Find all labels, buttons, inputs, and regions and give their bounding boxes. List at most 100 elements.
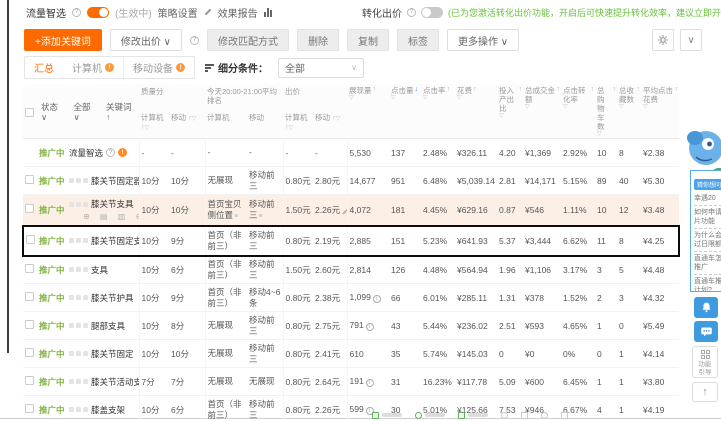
conversion-bid-toggle[interactable] — [421, 6, 443, 18]
cell-ctr: 6.01% — [421, 283, 456, 313]
row-checkbox[interactable] — [25, 348, 34, 358]
info-icon[interactable]: i — [365, 379, 374, 388]
filter-funnel-icon[interactable]: ▽ — [525, 104, 560, 111]
chat-icon[interactable] — [694, 321, 718, 342]
copy-button[interactable]: 复制 — [346, 29, 389, 51]
effect-report-link[interactable]: 效果报告 — [218, 5, 258, 20]
row-checkbox[interactable] — [25, 292, 34, 302]
row-checkbox[interactable] — [25, 320, 34, 330]
help-icon[interactable]: ? — [106, 148, 116, 158]
gear-icon[interactable] — [652, 29, 674, 51]
filter-funnel-icon[interactable]: ▽ — [423, 95, 454, 102]
quality-pc-header[interactable]: 计算机 ↑▽ — [139, 110, 170, 139]
help-icon[interactable]: ? — [407, 7, 416, 17]
column-header-总成交金额[interactable]: 总成交金额 ↑ ▽ — [523, 84, 562, 139]
column-header-总购物车数[interactable]: 总购物车数 ↑ ▽ — [595, 84, 618, 139]
filter-funnel-icon[interactable]: ▽ — [499, 113, 522, 120]
filter-funnel-icon[interactable]: ▽ — [391, 95, 420, 102]
column-header-展现量[interactable]: 展现量 ↑ ▽ — [347, 84, 390, 139]
help-icon[interactable]: ? — [189, 35, 199, 45]
delete-button[interactable]: 删除 — [296, 29, 339, 51]
quality-mobile-header[interactable]: 移动 ↑▽ — [169, 110, 206, 139]
plan-toggle[interactable] — [87, 6, 109, 18]
legend-item[interactable] — [415, 411, 445, 419]
sort-icon[interactable]: ↑ — [591, 86, 595, 104]
filter-funnel-icon[interactable]: ▽ — [563, 104, 594, 111]
cell-gmv: ¥378 — [523, 283, 562, 313]
sort-icon[interactable]: ↑ — [675, 86, 679, 104]
feature-guide-button[interactable]: 功能引导 — [692, 346, 718, 378]
keyword-label: 膝关节支具 — [91, 199, 134, 210]
edit-pencil-icon[interactable] — [204, 8, 212, 16]
status-filter[interactable]: 状态 ∨ — [41, 102, 67, 122]
sort-icon[interactable]: ↑ — [473, 86, 477, 95]
back-to-top-button[interactable]: ↑ — [692, 382, 718, 402]
add-keyword-button[interactable]: +添加关键词 — [24, 29, 102, 51]
cell-roi: 5.09 — [497, 367, 524, 397]
column-header-点击量[interactable]: 点击量 ↓ ▽ — [389, 84, 422, 139]
strategy-settings-link[interactable]: 策略设置 — [158, 5, 198, 20]
legend-item[interactable] — [372, 411, 402, 419]
sort-icon[interactable]: ↑ — [613, 86, 617, 131]
tab-汇总[interactable]: 汇总 — [25, 57, 64, 78]
row-checkbox[interactable] — [25, 404, 34, 414]
keyword-action-icons[interactable]: ⊕ ▤ ▥ ⊖ — [83, 212, 139, 221]
row-checkbox[interactable] — [25, 264, 34, 274]
sort-icon[interactable]: ↑ — [637, 86, 641, 104]
column-header-投入产出比[interactable]: 投入产出比 ↑ ▽ — [497, 84, 524, 139]
info-icon[interactable]: i — [372, 295, 381, 304]
row-checkbox[interactable] — [25, 376, 34, 386]
scope-filter[interactable]: 全部 ∨ — [74, 102, 100, 122]
filter-select[interactable]: 全部 ∨ — [278, 57, 364, 78]
status-badge: 推广中 — [39, 264, 65, 275]
table-row: 推广中 膝关节固定 10分 10分 无展现 移动前三 0.80元 2.41元 610 35 5.74… — [23, 339, 680, 369]
edit-pencil-icon[interactable] — [342, 209, 348, 215]
filter-funnel-icon[interactable]: ▽ — [597, 131, 616, 138]
sort-icon[interactable]: ↑ — [373, 86, 377, 95]
bid-pc-header[interactable]: 计算机 ↑▽ — [283, 110, 314, 139]
bid-mobile-header[interactable]: 移动 ↑▽ — [313, 110, 348, 139]
more-actions-button[interactable]: 更多操作 ∨ — [446, 29, 520, 51]
cell-rank_pc: 首页（非前三） — [204, 224, 248, 257]
tag-button[interactable]: 标签 — [396, 29, 439, 51]
column-header-平均点击花费[interactable]: 平均点击花费 ↑ ▽ — [641, 84, 680, 139]
column-header-点击转化率[interactable]: 点击转化率 ↑ ▽ — [561, 84, 596, 139]
filter-funnel-icon[interactable]: ▽ — [619, 104, 640, 111]
sort-icon[interactable]: ↑ — [447, 86, 451, 95]
faq-link[interactable]: 如何申请图片功能 — [694, 206, 721, 229]
help-icon[interactable]: ? — [72, 7, 81, 17]
filter-funnel-icon[interactable]: ▽ — [643, 104, 678, 111]
cell-spend: ¥117.78 — [455, 367, 498, 397]
sort-icon[interactable]: ↓ — [415, 86, 419, 95]
column-header-花费[interactable]: 花费 ↑ ▽ — [455, 84, 498, 139]
column-header-总收藏数[interactable]: 总收藏数 ↑ ▽ — [617, 84, 642, 139]
row-checkbox[interactable] — [26, 235, 35, 245]
filter-funnel-icon[interactable]: ▽ — [457, 95, 496, 102]
faq-link[interactable]: 幸遇20 — [694, 192, 721, 206]
faq-link[interactable]: 为什么会超过日限额 — [694, 229, 721, 252]
modify-match-button[interactable]: 修改匹配方式 — [206, 29, 289, 51]
bar-chart-icon[interactable] — [263, 7, 272, 17]
tab-移动设备[interactable]: 移动设备! — [124, 57, 194, 78]
rank-settings-icon[interactable]: ≡ — [234, 213, 238, 220]
cell-bid_mb[interactable]: 2.26元 — [313, 194, 348, 227]
keyword-sort-header[interactable]: 关键词 ↑ — [106, 102, 138, 122]
faq-link[interactable]: 直通车怎么推广 — [694, 252, 721, 275]
info-icon[interactable]: i — [365, 323, 374, 332]
row-checkbox[interactable] — [25, 204, 34, 214]
tab-计算机[interactable]: 计算机! — [63, 57, 124, 78]
select-all-checkbox[interactable] — [25, 107, 34, 117]
column-header-点击率[interactable]: 点击率 ↑ ▽ — [421, 84, 456, 139]
row-checkbox[interactable] — [25, 175, 34, 185]
sort-icon[interactable]: ↑ — [519, 86, 523, 113]
modify-bid-button[interactable]: 修改出价 ∨ — [109, 29, 182, 51]
faq-link[interactable]: 直通车推广计划? — [694, 275, 721, 291]
cell-bid_pc[interactable]: 1.50元 — [282, 194, 314, 227]
sort-icon[interactable]: ↑ — [557, 86, 561, 104]
filter-funnel-icon[interactable]: ▽ — [349, 95, 388, 102]
conversion-bid-label: 转化出价 — [362, 8, 402, 20]
rank-settings-icon[interactable]: ≡ — [259, 213, 263, 220]
chevron-down-icon[interactable]: ∨ — [680, 29, 702, 51]
legend-item[interactable] — [458, 411, 488, 419]
bell-icon[interactable] — [694, 297, 718, 318]
